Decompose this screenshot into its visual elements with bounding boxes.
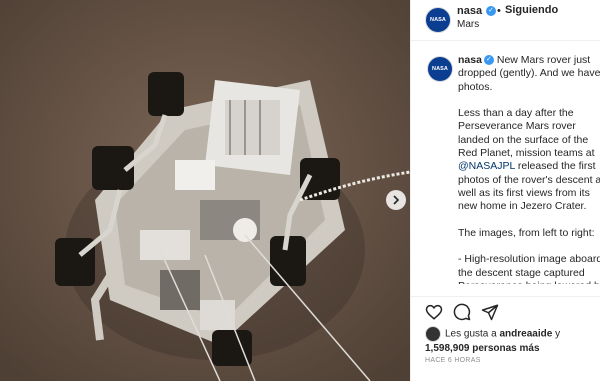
verified-badge-icon: ✓: [483, 55, 494, 66]
carousel-next-button[interactable]: [386, 190, 406, 210]
post-header: NASA nasa ✓ • Siguiendo Mars: [411, 0, 600, 41]
post-panel: NASA nasa ✓ • Siguiendo Mars NASA nasa ✓ …: [410, 0, 600, 381]
caption-paragraph-2: The images, from left to right:: [458, 226, 595, 239]
caption-username[interactable]: nasa: [458, 54, 482, 66]
comment-icon[interactable]: [453, 303, 471, 321]
likes-count[interactable]: 1,598,909 personas más: [425, 343, 540, 354]
heart-icon[interactable]: [425, 303, 443, 321]
post-location[interactable]: Mars: [457, 19, 479, 30]
liker-username[interactable]: andreaaide: [499, 329, 552, 340]
liker-avatar[interactable]: [425, 326, 441, 342]
separator-dot: •: [497, 5, 501, 17]
following-button[interactable]: Siguiendo: [505, 4, 558, 16]
avatar[interactable]: NASA: [425, 7, 451, 33]
caption-paragraph-1a: Less than a day after the Perseverance M…: [458, 107, 595, 160]
likes-prefix: Les gusta a: [445, 328, 500, 340]
post-timestamp[interactable]: HACE 6 HORAS: [425, 357, 481, 364]
likes-summary: Les gusta a andreaaide y 1,598,909 perso…: [425, 326, 600, 355]
paper-plane-icon[interactable]: [481, 303, 499, 321]
nasa-logo-icon: NASA: [432, 66, 448, 72]
account-username[interactable]: nasa: [457, 5, 482, 17]
post-photo[interactable]: [0, 0, 410, 381]
post-caption: NASA nasa ✓ New Mars rover just dropped (…: [411, 44, 600, 284]
caption-text: nasa ✓ New Mars rover just dropped (gentl…: [458, 54, 600, 284]
rover-descent-image: [0, 0, 410, 381]
verified-badge-icon: ✓: [486, 6, 496, 16]
caption-avatar[interactable]: NASA: [427, 56, 453, 82]
chevron-right-icon: [393, 195, 400, 205]
action-bar: [411, 296, 600, 327]
likes-mid: y: [552, 328, 561, 340]
mention-link[interactable]: @NASAJPL: [458, 160, 515, 172]
nasa-logo-icon: NASA: [430, 17, 446, 23]
caption-paragraph-3: - High-resolution image aboard the desce…: [458, 253, 600, 284]
